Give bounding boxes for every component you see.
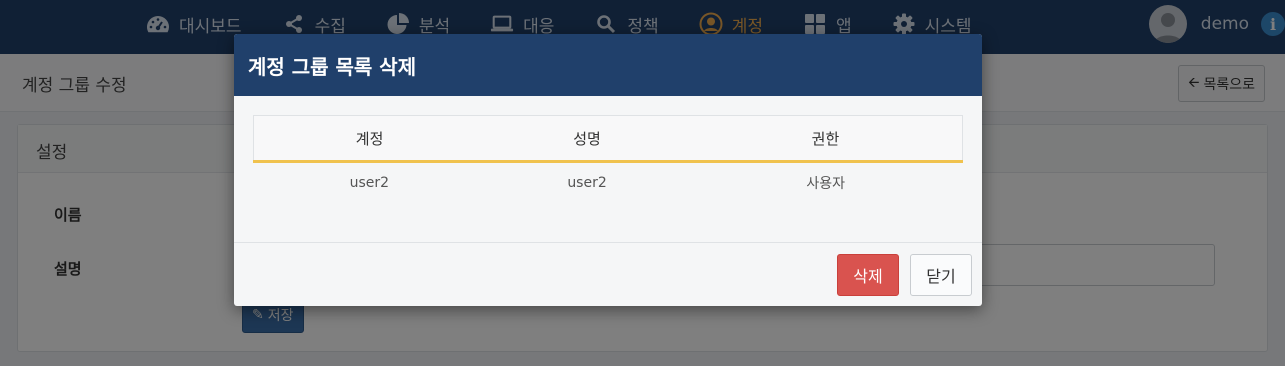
table-header-row: 계정 성명 권한 (253, 115, 963, 163)
column-header-role: 권한 (688, 115, 963, 163)
table-row: user2 user2 사용자 (254, 162, 963, 204)
modal-title: 계정 그룹 목록 삭제 (234, 34, 982, 96)
modal-body: 계정 성명 권한 user2 user2 사용자 (234, 96, 982, 243)
cell-account: user2 (349, 175, 390, 192)
delete-button[interactable]: 삭제 (837, 254, 899, 296)
close-button[interactable]: 닫기 (910, 254, 972, 296)
column-header-account: 계정 (253, 115, 486, 163)
cell-name: user2 (567, 175, 607, 192)
modal-footer: 삭제 닫기 (234, 243, 982, 306)
account-table: 계정 성명 권한 user2 user2 사용자 (253, 115, 963, 204)
delete-group-list-modal: 계정 그룹 목록 삭제 계정 성명 권한 user2 user2 사용자 삭제 … (234, 34, 982, 306)
column-header-name: 성명 (485, 115, 689, 163)
cell-role: 사용자 (806, 176, 846, 193)
